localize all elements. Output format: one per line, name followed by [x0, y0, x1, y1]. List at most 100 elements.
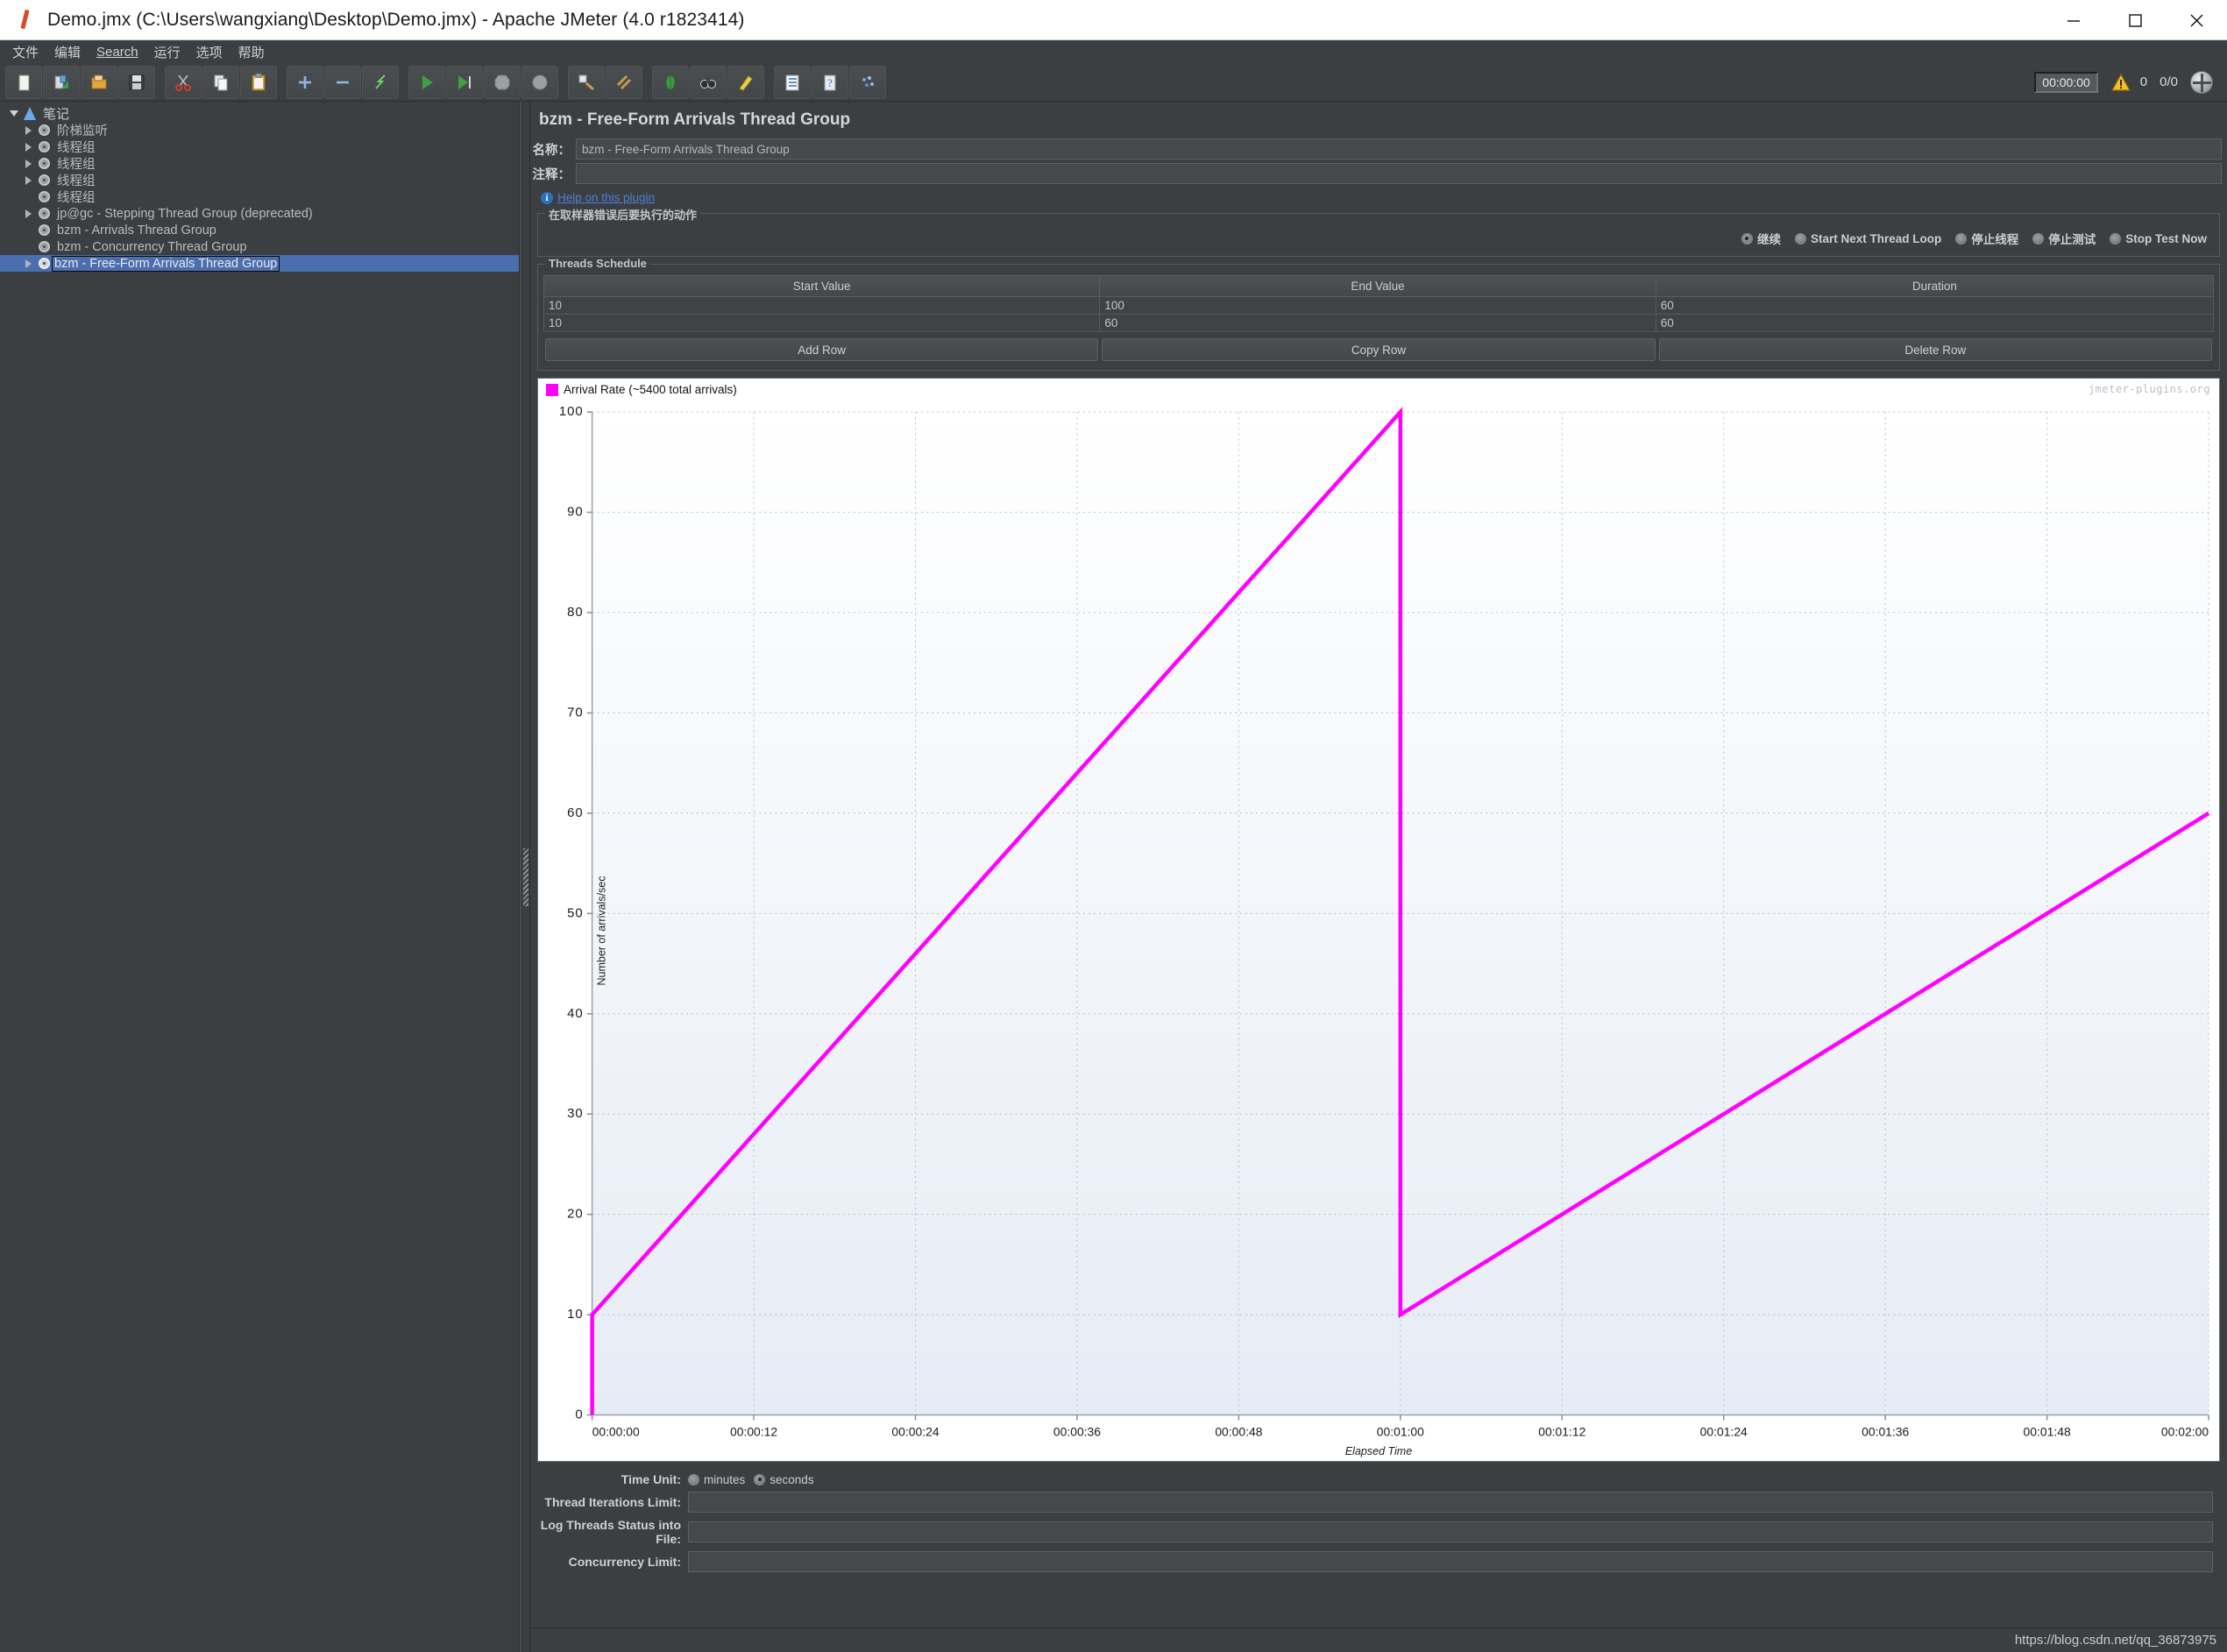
toggle-bolt-button[interactable] — [362, 65, 399, 99]
radio-stop-test[interactable]: 停止测试 — [2032, 230, 2096, 247]
radio-stop-thread[interactable]: 停止线程 — [1955, 230, 2018, 247]
column-header-start-value[interactable]: Start Value — [543, 275, 1101, 297]
cell-end-value[interactable]: 60 — [1099, 314, 1656, 332]
tree-item-5[interactable]: 线程组 — [0, 188, 519, 205]
bottom-settings-form: Time Unit: minutes seconds Thread Iterat… — [530, 1462, 2227, 1572]
tree-item-concurrency-thread-group[interactable]: bzm - Concurrency Thread Group — [0, 238, 519, 255]
templates-button[interactable] — [43, 65, 80, 99]
close-icon[interactable] — [2166, 0, 2227, 40]
shutdown-button[interactable] — [521, 65, 558, 99]
tree-item-3[interactable]: 线程组 — [0, 155, 519, 172]
chevron-down-icon[interactable] — [7, 110, 21, 117]
chevron-right-icon[interactable] — [21, 176, 35, 185]
log-threads-status-input[interactable] — [688, 1521, 2213, 1542]
warning-indicator[interactable]: 0 — [2110, 73, 2147, 92]
radio-label: minutes — [704, 1472, 746, 1486]
chevron-right-icon[interactable] — [21, 160, 35, 168]
panel-splitter[interactable] — [520, 102, 530, 1652]
chevron-right-icon[interactable] — [21, 209, 35, 218]
cell-start-value[interactable]: 10 — [543, 296, 1101, 315]
chevron-right-icon[interactable] — [21, 126, 35, 135]
menu-search[interactable]: Search — [89, 42, 145, 62]
radio-seconds[interactable]: seconds — [754, 1473, 814, 1486]
globe-icon[interactable] — [2190, 70, 2213, 94]
delete-row-button[interactable]: Delete Row — [1658, 338, 2212, 361]
radio-continue[interactable]: 继续 — [1741, 230, 1781, 247]
menu-file[interactable]: 文件 — [5, 40, 46, 64]
error-action-group-title: 在取样器错误后要执行的动作 — [545, 206, 701, 223]
cell-duration[interactable]: 60 — [1655, 296, 2215, 315]
radio-dot-icon[interactable] — [688, 1473, 699, 1485]
tree-item-arrivals-thread-group[interactable]: bzm - Arrivals Thread Group — [0, 222, 519, 238]
chevron-right-icon[interactable] — [21, 259, 35, 268]
menu-run[interactable]: 运行 — [147, 40, 188, 64]
column-header-end-value[interactable]: End Value — [1099, 275, 1656, 297]
copy-row-button[interactable]: Copy Row — [1102, 338, 1656, 361]
table-row[interactable]: 10 100 60 — [543, 296, 2215, 315]
radio-start-next-thread-loop[interactable]: Start Next Thread Loop — [1794, 232, 1941, 245]
radio-dot-icon[interactable] — [2032, 232, 2045, 245]
folder-open-button[interactable] — [81, 65, 117, 99]
splitter-grip-icon[interactable] — [523, 847, 528, 906]
radio-dot-icon[interactable] — [2110, 232, 2122, 245]
menu-options[interactable]: 选项 — [189, 40, 230, 64]
tree-item-free-form-arrivals-thread-group[interactable]: bzm - Free-Form Arrivals Thread Group — [0, 255, 519, 272]
column-header-duration[interactable]: Duration — [1655, 275, 2215, 297]
tree-item-1[interactable]: 阶梯监听 — [0, 122, 519, 138]
maximize-icon[interactable] — [2104, 0, 2166, 40]
menu-search-label: Search — [96, 44, 138, 60]
cut-button[interactable] — [165, 65, 202, 99]
scatter-button[interactable] — [849, 65, 886, 99]
collapse-all-button[interactable] — [324, 65, 361, 99]
chevron-right-icon[interactable] — [21, 143, 35, 152]
radio-dot-icon[interactable] — [1955, 232, 1968, 245]
menu-edit[interactable]: 编辑 — [47, 40, 88, 64]
cell-end-value[interactable]: 100 — [1099, 296, 1656, 315]
cell-duration[interactable]: 60 — [1655, 314, 2215, 332]
help-on-plugin-link[interactable]: Help on this plugin — [557, 191, 655, 204]
radio-stop-test-now[interactable]: Stop Test Now — [2110, 232, 2207, 245]
radio-dot-icon[interactable] — [1794, 232, 1806, 245]
binoculars-button[interactable] — [690, 65, 727, 99]
copy-button[interactable] — [202, 65, 239, 99]
test-plan-tree[interactable]: 笔记 阶梯监听 线程组 线程组 线程组 线程组 jp@gc - Stepping… — [0, 102, 520, 1652]
tree-item-2[interactable]: 线程组 — [0, 138, 519, 155]
arrival-rate-chart: Arrival Rate (~5400 total arrivals) jmet… — [537, 378, 2220, 1462]
add-row-button[interactable]: Add Row — [545, 338, 1099, 361]
log-viewer-button[interactable] — [774, 65, 811, 99]
radio-dot-icon[interactable] — [754, 1473, 766, 1485]
search-bug-button[interactable] — [652, 65, 689, 99]
function-helper-button[interactable] — [727, 65, 764, 99]
minimize-icon[interactable] — [2043, 0, 2104, 40]
start-button[interactable] — [408, 65, 445, 99]
clear-all-button[interactable] — [606, 65, 642, 99]
chart-watermark: jmeter-plugins.org — [2088, 383, 2210, 395]
tree-item-4[interactable]: 线程组 — [0, 172, 519, 188]
thread-iterations-limit-input[interactable] — [688, 1492, 2213, 1513]
concurrency-limit-row: Concurrency Limit: — [530, 1551, 2220, 1572]
stop-button[interactable] — [484, 65, 521, 99]
radio-dot-icon[interactable] — [1741, 232, 1753, 245]
help-button[interactable]: ? — [812, 65, 848, 99]
comment-input[interactable] — [576, 163, 2222, 184]
clear-button[interactable] — [568, 65, 605, 99]
svg-text:70: 70 — [567, 705, 584, 720]
tree-item-root[interactable]: 笔记 — [0, 105, 519, 122]
concurrency-limit-input[interactable] — [688, 1551, 2213, 1572]
gear-icon — [35, 241, 53, 252]
start-no-pauses-button[interactable] — [446, 65, 483, 99]
table-row[interactable]: 10 60 60 — [543, 314, 2215, 332]
save-button[interactable] — [118, 65, 155, 99]
tree-item-stepping-thread-group[interactable]: jp@gc - Stepping Thread Group (deprecate… — [0, 205, 519, 222]
menu-help[interactable]: 帮助 — [231, 40, 272, 64]
clipboard-paste-button[interactable] — [240, 65, 277, 99]
svg-text:00:00:00: 00:00:00 — [592, 1425, 640, 1439]
gear-icon — [35, 174, 53, 186]
expand-all-button[interactable] — [287, 65, 323, 99]
threads-schedule-table[interactable]: Start Value End Value Duration 10 100 60… — [543, 275, 2215, 332]
svg-text:30: 30 — [567, 1106, 584, 1121]
name-input[interactable]: bzm - Free-Form Arrivals Thread Group — [576, 138, 2222, 160]
cell-start-value[interactable]: 10 — [543, 314, 1101, 332]
new-test-plan-button[interactable] — [5, 65, 42, 99]
radio-minutes[interactable]: minutes — [688, 1473, 745, 1486]
